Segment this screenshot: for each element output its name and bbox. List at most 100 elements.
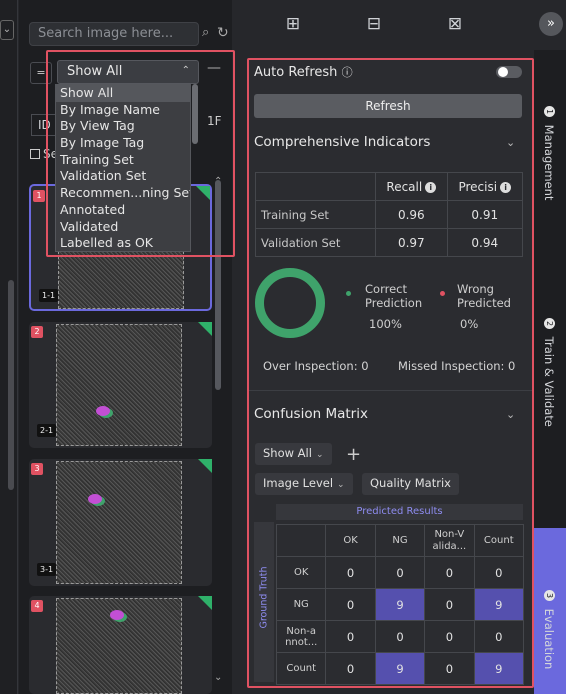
image-card[interactable]: 2 2-1 xyxy=(29,322,212,448)
chevron-down-icon[interactable]: ⌄ xyxy=(506,136,515,149)
validated-flag-icon xyxy=(198,322,212,336)
cm-col-header: Count xyxy=(473,524,525,557)
metrics-table: Recall i Precisi i Training Set 0.96 0.91 … xyxy=(254,172,524,257)
card-number: 1 xyxy=(33,190,45,202)
auto-refresh-text: Auto Refresh xyxy=(254,65,338,80)
wrong-legend-dot xyxy=(440,291,445,296)
metrics-corner xyxy=(254,172,377,201)
cm-row-header: Non-a nnot... xyxy=(275,620,327,653)
validated-flag-icon xyxy=(198,459,212,473)
tab-number: 1 xyxy=(544,106,555,117)
add-image-icon[interactable]: ⊞ xyxy=(282,14,304,34)
image-card[interactable]: 3 3-1 xyxy=(29,459,212,586)
info-icon[interactable]: i xyxy=(425,181,437,193)
cm-cell[interactable]: 0 xyxy=(325,588,376,621)
toolbar: ⊞ ⊟ ⊠ » xyxy=(233,0,566,50)
table-row: OK 0 0 0 0 xyxy=(275,556,525,589)
cm-cell[interactable]: 0 xyxy=(325,652,376,685)
wrong-legend-label: Wrong Predicted xyxy=(457,282,511,310)
ground-truth-column: Ground Truth xyxy=(254,522,274,682)
left-strip: ⌄ xyxy=(0,0,18,694)
help-icon[interactable]: ⓘ xyxy=(342,66,353,79)
tab-train-validate[interactable]: 2 Train & Validate xyxy=(534,312,566,482)
cm-cell[interactable]: 0 xyxy=(424,620,475,653)
cm-col-header: NG xyxy=(374,524,426,557)
table-row: Count 0 9 0 9 xyxy=(275,652,525,685)
auto-refresh-toggle[interactable] xyxy=(496,66,522,78)
cm-cell[interactable]: 0 xyxy=(424,652,475,685)
confusion-matrix-title[interactable]: Confusion Matrix xyxy=(254,406,368,422)
cm-cell[interactable]: 0 xyxy=(374,620,426,653)
cm-row-header: NG xyxy=(275,588,327,621)
search-input[interactable]: Search image here... xyxy=(29,22,199,46)
cm-cell[interactable]: 0 xyxy=(325,556,376,589)
prediction-donut-chart xyxy=(255,268,325,338)
import-image-icon[interactable]: ⊠ xyxy=(444,14,466,34)
tab-label: Evaluation xyxy=(542,608,556,670)
chevron-down-icon[interactable]: ⌄ xyxy=(0,20,14,40)
precision-value: 0.94 xyxy=(446,228,524,257)
tab-management[interactable]: 1 Management xyxy=(534,100,566,260)
over-inspection: Over Inspection: 0 xyxy=(263,359,369,373)
toggle-knob xyxy=(498,67,508,77)
recall-value: 0.97 xyxy=(375,228,448,257)
scroll-down-icon[interactable]: ⌄ xyxy=(214,672,222,683)
left-scrollbar[interactable] xyxy=(8,280,14,490)
collapse-panel-icon[interactable]: » xyxy=(539,12,563,36)
table-row: NG 0 9 0 9 xyxy=(275,588,525,621)
refresh-button[interactable]: Refresh xyxy=(254,94,522,118)
predicted-results-header: Predicted Results xyxy=(276,504,523,520)
comprehensive-indicators-title[interactable]: Comprehensive Indicators xyxy=(254,134,430,150)
correct-legend-dot xyxy=(346,291,351,296)
cm-row-header: OK xyxy=(275,556,327,589)
recall-header: Recall i xyxy=(375,172,448,201)
search-icon[interactable]: ⌕ xyxy=(202,23,216,43)
tab-evaluation[interactable]: 3 Evaluation xyxy=(534,528,566,694)
cm-cell[interactable]: 9 xyxy=(374,588,426,621)
app-window: ⌄ Search image here... ⌕ ↻ = Show All ⌃ —… xyxy=(0,0,566,694)
cm-cell[interactable]: 0 xyxy=(473,620,525,653)
info-icon[interactable]: i xyxy=(500,181,512,193)
cm-cell[interactable]: 9 xyxy=(374,652,426,685)
tab-number: 2 xyxy=(544,318,555,329)
image-thumbnail xyxy=(56,324,182,446)
side-tabs: 1 Management 2 Train & Validate 3 Evalua… xyxy=(534,50,566,694)
defect-mark xyxy=(96,406,110,416)
tab-number: 3 xyxy=(544,590,555,601)
cm-col-header: OK xyxy=(325,524,376,557)
precision-header: Precisi i xyxy=(446,172,524,201)
image-card[interactable]: 4 xyxy=(29,596,212,694)
card-number: 2 xyxy=(31,326,43,338)
show-all-text: Show All xyxy=(263,446,312,460)
cm-cell[interactable]: 0 xyxy=(424,588,475,621)
add-folder-icon[interactable]: ⊟ xyxy=(363,14,385,34)
cm-cell[interactable]: 0 xyxy=(473,556,525,589)
row-label: Training Set xyxy=(254,200,377,229)
chevron-down-icon[interactable]: ⌄ xyxy=(506,408,515,421)
auto-refresh-label: Auto Refresh ⓘ xyxy=(254,64,353,80)
image-level-text: Image Level xyxy=(263,476,334,490)
quality-matrix-button[interactable]: Quality Matrix xyxy=(362,473,459,495)
highlight-box xyxy=(46,50,235,257)
section-divider xyxy=(249,390,532,391)
correct-legend-value: 100% xyxy=(369,317,402,331)
cm-cell[interactable]: 9 xyxy=(473,588,525,621)
checkbox-icon xyxy=(30,149,40,159)
defect-mark xyxy=(88,494,102,504)
card-number: 4 xyxy=(31,600,43,612)
image-level-select[interactable]: Image Level ⌄ xyxy=(255,473,353,495)
precision-header-text: Precisi xyxy=(458,179,498,194)
refresh-icon[interactable]: ↻ xyxy=(217,23,231,43)
cm-cell[interactable]: 0 xyxy=(374,556,426,589)
add-icon[interactable]: + xyxy=(346,444,361,465)
show-all-select[interactable]: Show All ⌄ xyxy=(255,443,332,465)
card-label: 2-1 xyxy=(37,424,57,437)
cm-cell[interactable]: 9 xyxy=(473,652,525,685)
recall-header-text: Recall xyxy=(386,179,423,194)
card-number: 3 xyxy=(31,463,43,475)
cm-cell[interactable]: 0 xyxy=(325,620,376,653)
cm-cell[interactable]: 0 xyxy=(424,556,475,589)
cm-col-header: Non-V alida... xyxy=(424,524,475,557)
tab-label: Train & Validate xyxy=(542,336,556,427)
row-label: Validation Set xyxy=(254,228,377,257)
